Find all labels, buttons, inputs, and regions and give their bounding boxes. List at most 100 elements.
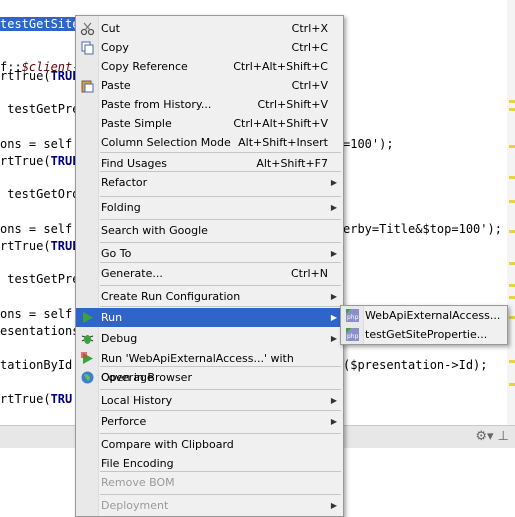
code-token: rtTrue( (0, 69, 51, 83)
gear-icon[interactable]: ⚙▾ ⊥ (475, 429, 509, 444)
code-fragment: ($presentation->Id); (343, 358, 488, 372)
menu-item-shortcut: Alt+Shift+Insert (238, 136, 328, 149)
menu-item-label: Perforce (101, 415, 147, 428)
menu-item-perforce[interactable]: Perforce ▶ (76, 412, 343, 431)
code-fragment: erby=Title&$top=100'); (343, 222, 502, 236)
menu-item-label: testGetSitePropertie... (365, 328, 488, 341)
code-line: rtTrue(TRUE) (0, 68, 87, 84)
menu-item-label: Paste (101, 79, 131, 92)
submenu-arrow-icon: ▶ (330, 178, 337, 187)
menu-item-label: Local History (101, 394, 173, 407)
menu-item-deployment: Deployment ▶ (76, 496, 343, 515)
menu-item-open-in-browser[interactable]: Open in Browser (76, 368, 343, 387)
debug-icon (80, 331, 95, 346)
menu-separator (100, 171, 341, 172)
code-line: esentations (0, 323, 79, 339)
menu-item-paste[interactable]: Paste Ctrl+V (76, 76, 343, 95)
menu-item-label: Run (101, 311, 123, 324)
menu-item-label: Debug (101, 332, 138, 345)
code-token: tationById (0, 358, 73, 372)
code-token: ons = self: (0, 222, 80, 236)
menu-separator (100, 471, 341, 472)
menu-separator (100, 433, 341, 434)
menu-item-label: Remove BOM (101, 476, 175, 489)
menu-item-label: Column Selection Mode (101, 136, 231, 149)
menu-item-shortcut: Ctrl+Alt+Shift+V (233, 117, 328, 130)
menu-item-shortcut: Ctrl+C (291, 41, 328, 54)
code-line: ons = self: (0, 306, 79, 322)
code-token: testGetPre (0, 102, 80, 116)
menu-item-label: Cut (101, 22, 120, 35)
menu-item-label: Create Run Configuration (101, 290, 241, 303)
menu-item-label: Open in Browser (101, 371, 192, 384)
menu-item-search-with-google[interactable]: Search with Google (76, 221, 343, 240)
browser-icon (80, 370, 95, 385)
menu-separator (100, 410, 341, 411)
submenu-arrow-icon: ▶ (330, 292, 337, 301)
menu-item-label: Folding (101, 201, 141, 214)
menu-item-shortcut: Ctrl+Alt+Shift+C (233, 60, 328, 73)
menu-item-shortcut: Ctrl+X (291, 22, 328, 35)
menu-item-label: Compare with Clipboard (101, 438, 234, 451)
menu-separator (100, 152, 341, 153)
code-line: testGetPre (0, 271, 79, 287)
menu-item-remove-bom: Remove BOM (76, 473, 343, 492)
run-submenu: php WebApiExternalAccess... php testGetSite… (340, 305, 508, 345)
code-token: testGetOrd (0, 187, 80, 201)
php-test-icon: php (345, 327, 360, 342)
svg-text:php: php (347, 314, 359, 321)
code-token: esentations (0, 324, 80, 338)
code-line: rtTrue(TRUE (0, 153, 79, 169)
code-line: rtTrue(TRU (0, 391, 72, 407)
menu-item-label: Paste from History... (101, 98, 212, 111)
menu-item-paste-simple[interactable]: Paste Simple Ctrl+Alt+Shift+V (76, 114, 343, 133)
run-icon (80, 310, 95, 325)
menu-item-local-history[interactable]: Local History ▶ (76, 391, 343, 410)
menu-item-refactor[interactable]: Refactor ▶ (76, 173, 343, 192)
code-line: rtTrue(TRUE (0, 238, 79, 254)
menu-item-go-to[interactable]: Go To ▶ (76, 244, 343, 263)
run-submenu-item[interactable]: php testGetSitePropertie... (341, 325, 507, 344)
copy-icon (80, 40, 95, 55)
menu-separator (100, 494, 341, 495)
code-token: rtTrue( (0, 154, 51, 168)
run-submenu-item[interactable]: php WebApiExternalAccess... (341, 306, 507, 325)
menu-item-label: Go To (101, 247, 132, 260)
submenu-arrow-icon: ▶ (330, 417, 337, 426)
code-fragment: =100'); (343, 137, 394, 151)
menu-item-copy-reference[interactable]: Copy Reference Ctrl+Alt+Shift+C (76, 57, 343, 76)
submenu-arrow-icon: ▶ (330, 396, 337, 405)
menu-item-shortcut: Ctrl+V (291, 79, 328, 92)
menu-item-shortcut: Ctrl+Shift+V (257, 98, 328, 111)
menu-item-run[interactable]: Run ▶ (76, 308, 343, 327)
menu-separator (100, 262, 341, 263)
menu-item-cut[interactable]: Cut Ctrl+X (76, 19, 343, 38)
menu-item-create-run-configuration[interactable]: Create Run Configuration ▶ (76, 287, 343, 306)
menu-item-label: Search with Google (101, 224, 208, 237)
menu-item-label: Copy Reference (101, 60, 188, 73)
menu-separator (100, 389, 341, 390)
submenu-arrow-icon: ▶ (330, 501, 337, 510)
menu-item-column-selection-mode[interactable]: Column Selection Mode Alt+Shift+Insert (76, 133, 343, 152)
paste-icon (80, 78, 95, 93)
code-line: testGetOrd (0, 186, 79, 202)
submenu-arrow-icon: ▶ (330, 334, 337, 343)
menu-item-generate[interactable]: Generate... Ctrl+N (76, 264, 343, 283)
php-test-icon: php (345, 308, 360, 323)
code-line: ons = self: (0, 136, 79, 152)
menu-separator (100, 242, 341, 243)
coverage-icon (80, 351, 95, 366)
menu-item-folding[interactable]: Folding ▶ (76, 198, 343, 217)
submenu-arrow-icon: ▶ (330, 313, 337, 322)
error-stripe[interactable] (507, 0, 515, 425)
menu-separator (100, 219, 341, 220)
menu-item-paste-from-history[interactable]: Paste from History... Ctrl+Shift+V (76, 95, 343, 114)
menu-item-debug[interactable]: Debug ▶ (76, 329, 343, 348)
svg-text:php: php (347, 333, 359, 340)
menu-separator (100, 285, 341, 286)
menu-item-label: Refactor (101, 176, 148, 189)
menu-item-label: Generate... (101, 267, 163, 280)
submenu-arrow-icon: ▶ (330, 249, 337, 258)
menu-item-compare-with-clipboard[interactable]: Compare with Clipboard (76, 435, 343, 454)
menu-item-copy[interactable]: Copy Ctrl+C (76, 38, 343, 57)
